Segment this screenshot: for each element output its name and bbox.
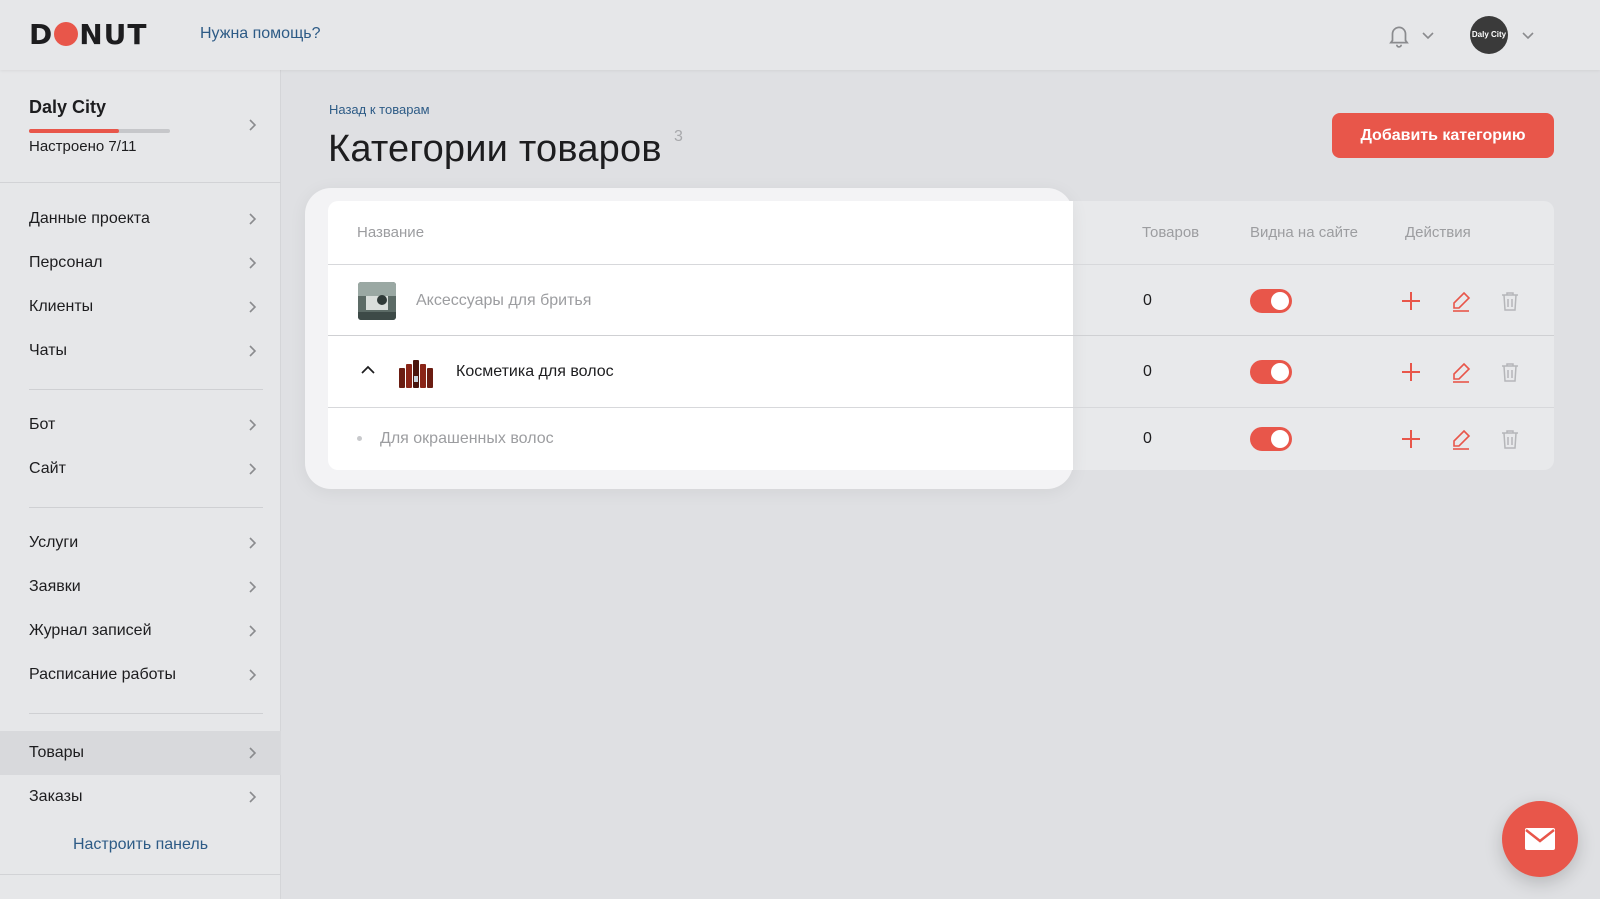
sidebar-item-label: Расписание работы (29, 666, 176, 683)
sidebar-item-chats[interactable]: Чаты (0, 329, 281, 373)
help-link[interactable]: Нужна помощь? (200, 25, 320, 43)
column-header-actions: Действия (1405, 224, 1471, 241)
sidebar-item-staff[interactable]: Персонал (0, 241, 281, 285)
chevron-right-icon (249, 625, 257, 637)
column-header-products: Товаров (1142, 224, 1200, 241)
page-title: Категории товаров (328, 128, 662, 170)
trash-icon[interactable] (1498, 360, 1522, 384)
toggle-knob (1271, 363, 1289, 381)
nav-divider (29, 713, 263, 714)
visibility-toggle[interactable] (1250, 289, 1292, 313)
column-header-visible: Видна на сайте (1250, 224, 1358, 241)
trash-icon[interactable] (1498, 289, 1522, 313)
chevron-right-icon (249, 419, 257, 431)
sidebar-divider (0, 874, 281, 875)
category-count: 3 (674, 128, 683, 145)
visibility-toggle[interactable] (1250, 360, 1292, 384)
project-name: Daly City (29, 97, 107, 117)
category-name[interactable]: Аксессуары для бритья (416, 292, 591, 310)
avatar[interactable]: Daly City (1470, 16, 1508, 54)
category-thumbnail (397, 354, 435, 392)
category-name[interactable]: Косметика для волос (456, 363, 614, 381)
toggle-knob (1271, 292, 1289, 310)
setup-progress-fill (29, 129, 120, 133)
sidebar-item-label: Клиенты (29, 298, 94, 315)
header-divider (328, 264, 1554, 265)
chevron-right-icon (249, 747, 257, 759)
child-bullet (357, 436, 362, 441)
sidebar-item-requests[interactable]: Заявки (0, 565, 281, 609)
products-count: 0 (1143, 430, 1152, 447)
row-divider (328, 335, 1554, 336)
support-chat-button[interactable] (1502, 801, 1578, 877)
edit-icon[interactable] (1449, 289, 1473, 313)
chevron-right-icon (249, 791, 257, 803)
sidebar-item-clients[interactable]: Клиенты (0, 285, 281, 329)
sidebar-item-label: Заказы (29, 788, 83, 805)
visibility-toggle[interactable] (1250, 427, 1292, 451)
trash-icon[interactable] (1498, 427, 1522, 451)
chevron-right-icon (249, 119, 257, 131)
sidebar-item-project-data[interactable]: Данные проекта (0, 197, 281, 241)
mail-icon (1525, 828, 1555, 850)
donut-logo[interactable]: D NUT (29, 18, 148, 51)
logo-dot (54, 22, 79, 46)
edit-icon[interactable] (1449, 427, 1473, 451)
sidebar-item-label: Данные проекта (29, 210, 150, 227)
setup-progress-bar (29, 129, 170, 133)
logo-text-left: D (29, 17, 54, 51)
category-thumbnail (358, 282, 396, 320)
sidebar-item-services[interactable]: Услуги (0, 521, 281, 565)
plus-icon[interactable] (1399, 360, 1423, 384)
project-selector[interactable]: Daly City Настроено 7/11 (0, 70, 281, 183)
sidebar-item-label: Бот (29, 416, 56, 433)
plus-icon[interactable] (1399, 289, 1423, 313)
sidebar-item-label: Чаты (29, 342, 68, 359)
sidebar-item-label: Товары (29, 744, 85, 761)
nav-divider (29, 389, 263, 390)
row-divider (328, 407, 1554, 408)
back-to-products-link[interactable]: Назад к товарам (329, 102, 430, 117)
sidebar-item-products[interactable]: Товары (0, 731, 281, 775)
category-name[interactable]: Для окрашенных волос (380, 430, 554, 448)
sidebar-item-label: Услуги (29, 534, 79, 551)
chevron-right-icon (249, 463, 257, 475)
chevron-right-icon (249, 213, 257, 225)
setup-status: Настроено 7/11 (29, 138, 137, 155)
sidebar-item-label: Журнал записей (29, 622, 152, 639)
column-header-name: Название (357, 224, 425, 241)
sidebar-item-site[interactable]: Сайт (0, 447, 281, 491)
bell-icon[interactable] (1386, 22, 1412, 48)
toggle-knob (1271, 430, 1289, 448)
chevron-right-icon (249, 669, 257, 681)
sidebar-item-bot[interactable]: Бот (0, 403, 281, 447)
sidebar-item-journal[interactable]: Журнал записей (0, 609, 281, 653)
avatar-label: Daly City (1471, 30, 1507, 39)
sidebar-item-orders[interactable]: Заказы (0, 775, 281, 819)
chevron-right-icon (249, 301, 257, 313)
add-category-button[interactable]: Добавить категорию (1332, 113, 1554, 158)
products-count: 0 (1143, 292, 1152, 309)
chevron-right-icon (249, 537, 257, 549)
customize-panel-link[interactable]: Настроить панель (0, 836, 281, 854)
chevron-down-icon[interactable] (1420, 27, 1436, 43)
sidebar-item-schedule[interactable]: Расписание работы (0, 653, 281, 697)
logo-text-right: NUT (79, 17, 148, 51)
plus-icon[interactable] (1399, 427, 1423, 451)
sidebar-item-label: Сайт (29, 460, 66, 477)
top-header: D NUT Нужна помощь? Daly City (0, 0, 1600, 70)
chevron-right-icon (249, 581, 257, 593)
nav-divider (29, 507, 263, 508)
sidebar-item-label: Персонал (29, 254, 103, 271)
chevron-down-icon[interactable] (1520, 27, 1536, 43)
edit-icon[interactable] (1449, 360, 1473, 384)
chevron-right-icon (249, 345, 257, 357)
sidebar-item-label: Заявки (29, 578, 81, 595)
products-count: 0 (1143, 363, 1152, 380)
chevron-right-icon (249, 257, 257, 269)
chevron-up-icon[interactable] (358, 360, 378, 380)
sidebar: Daly City Настроено 7/11 Данные проекта … (0, 70, 281, 899)
